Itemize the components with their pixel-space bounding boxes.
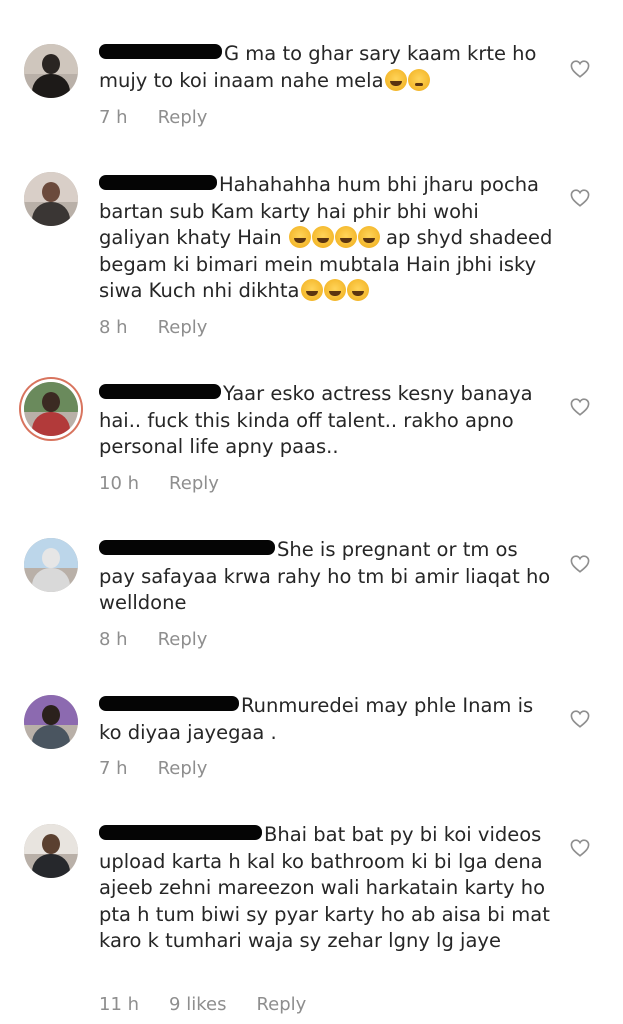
- grinning-squinting-face-emoji: [288, 226, 311, 248]
- comment-time: 8 h: [99, 629, 128, 650]
- avatar-body: [32, 725, 70, 749]
- avatar[interactable]: [24, 44, 78, 98]
- heart-outline-icon[interactable]: [570, 710, 590, 728]
- comment-text: She is pregnant or tm os pay safayaa krw…: [99, 537, 554, 617]
- avatar-body: [32, 568, 70, 592]
- comment-text: Bhai bat bat py bi koi videos upload kar…: [99, 822, 554, 955]
- avatar-body: [32, 854, 70, 878]
- grinning-squinting-face-emoji: [357, 226, 380, 248]
- avatar-head: [42, 548, 60, 568]
- comment-body: Bhai bat bat py bi koi videos upload kar…: [99, 823, 557, 952]
- comment-meta: 10 h Reply: [99, 473, 249, 494]
- reply-button[interactable]: Reply: [158, 107, 208, 128]
- comment-item: Yaar esko actress kesny banaya hai.. fuc…: [0, 360, 623, 520]
- heart-outline-icon[interactable]: [570, 189, 590, 207]
- thinking-face-emoji: [407, 68, 430, 91]
- grinning-squinting-face-emoji: [311, 226, 334, 248]
- comment-item: Hahahahha hum bhi jharu pocha bartan sub…: [0, 150, 623, 360]
- avatar-head: [42, 705, 60, 725]
- avatar[interactable]: [24, 824, 78, 878]
- redacted-username: [99, 44, 222, 59]
- reply-button[interactable]: Reply: [158, 629, 208, 650]
- avatar-body: [32, 202, 70, 226]
- reply-button[interactable]: Reply: [158, 758, 208, 779]
- heart-outline-icon[interactable]: [570, 398, 590, 416]
- comment-meta: 8 h Reply: [99, 317, 237, 338]
- grinning-squinting-face-emoji: [384, 68, 407, 91]
- redacted-username: [99, 384, 221, 399]
- comment-item: Runmuredei may phle Inam is ko diyaa jay…: [0, 680, 623, 810]
- heart-outline-icon[interactable]: [570, 60, 590, 78]
- comment-text: Yaar esko actress kesny banaya hai.. fuc…: [99, 381, 554, 461]
- redacted-username: [99, 540, 275, 555]
- avatar-head: [42, 182, 60, 202]
- comment-time: 7 h: [99, 107, 128, 128]
- comment-item: Bhai bat bat py bi koi videos upload kar…: [0, 810, 623, 1024]
- comment-meta: 8 h Reply: [99, 629, 237, 650]
- comment-item: She is pregnant or tm os pay safayaa krw…: [0, 520, 623, 680]
- comment-text: G ma to ghar sary kaam krte ho mujy to k…: [99, 41, 554, 94]
- avatar-head: [42, 392, 60, 412]
- comment-text: Runmuredei may phle Inam is ko diyaa jay…: [99, 693, 554, 746]
- avatar[interactable]: [24, 382, 78, 436]
- grinning-squinting-face-emoji: [334, 226, 357, 248]
- comment-time: 8 h: [99, 317, 128, 338]
- avatar-body: [32, 412, 70, 436]
- comment-time: 7 h: [99, 758, 128, 779]
- comment-meta: 7 h Reply: [99, 107, 237, 128]
- grinning-squinting-face-emoji: [323, 279, 346, 301]
- redacted-username: [99, 825, 262, 840]
- grinning-squinting-face-emoji: [300, 279, 323, 301]
- comment-meta: 11 h 9 likes Reply: [99, 994, 336, 1015]
- redacted-username: [99, 696, 239, 711]
- reply-button[interactable]: Reply: [158, 317, 208, 338]
- reply-button[interactable]: Reply: [169, 473, 219, 494]
- comment-time: 10 h: [99, 473, 140, 494]
- like-count[interactable]: 9 likes: [169, 994, 226, 1015]
- comment-meta: 7 h Reply: [99, 758, 237, 779]
- heart-outline-icon[interactable]: [570, 839, 590, 857]
- avatar-head: [42, 834, 60, 854]
- comment-time: 11 h: [99, 994, 140, 1015]
- grinning-squinting-face-emoji: [346, 279, 369, 301]
- redacted-username: [99, 175, 217, 190]
- heart-outline-icon[interactable]: [570, 555, 590, 573]
- avatar[interactable]: [24, 538, 78, 592]
- comment-item: G ma to ghar sary kaam krte ho mujy to k…: [0, 0, 623, 150]
- comment-text: Hahahahha hum bhi jharu pocha bartan sub…: [99, 172, 554, 305]
- avatar[interactable]: [24, 695, 78, 749]
- reply-button[interactable]: Reply: [256, 994, 306, 1015]
- avatar-body: [32, 74, 70, 98]
- avatar[interactable]: [24, 172, 78, 226]
- avatar-head: [42, 54, 60, 74]
